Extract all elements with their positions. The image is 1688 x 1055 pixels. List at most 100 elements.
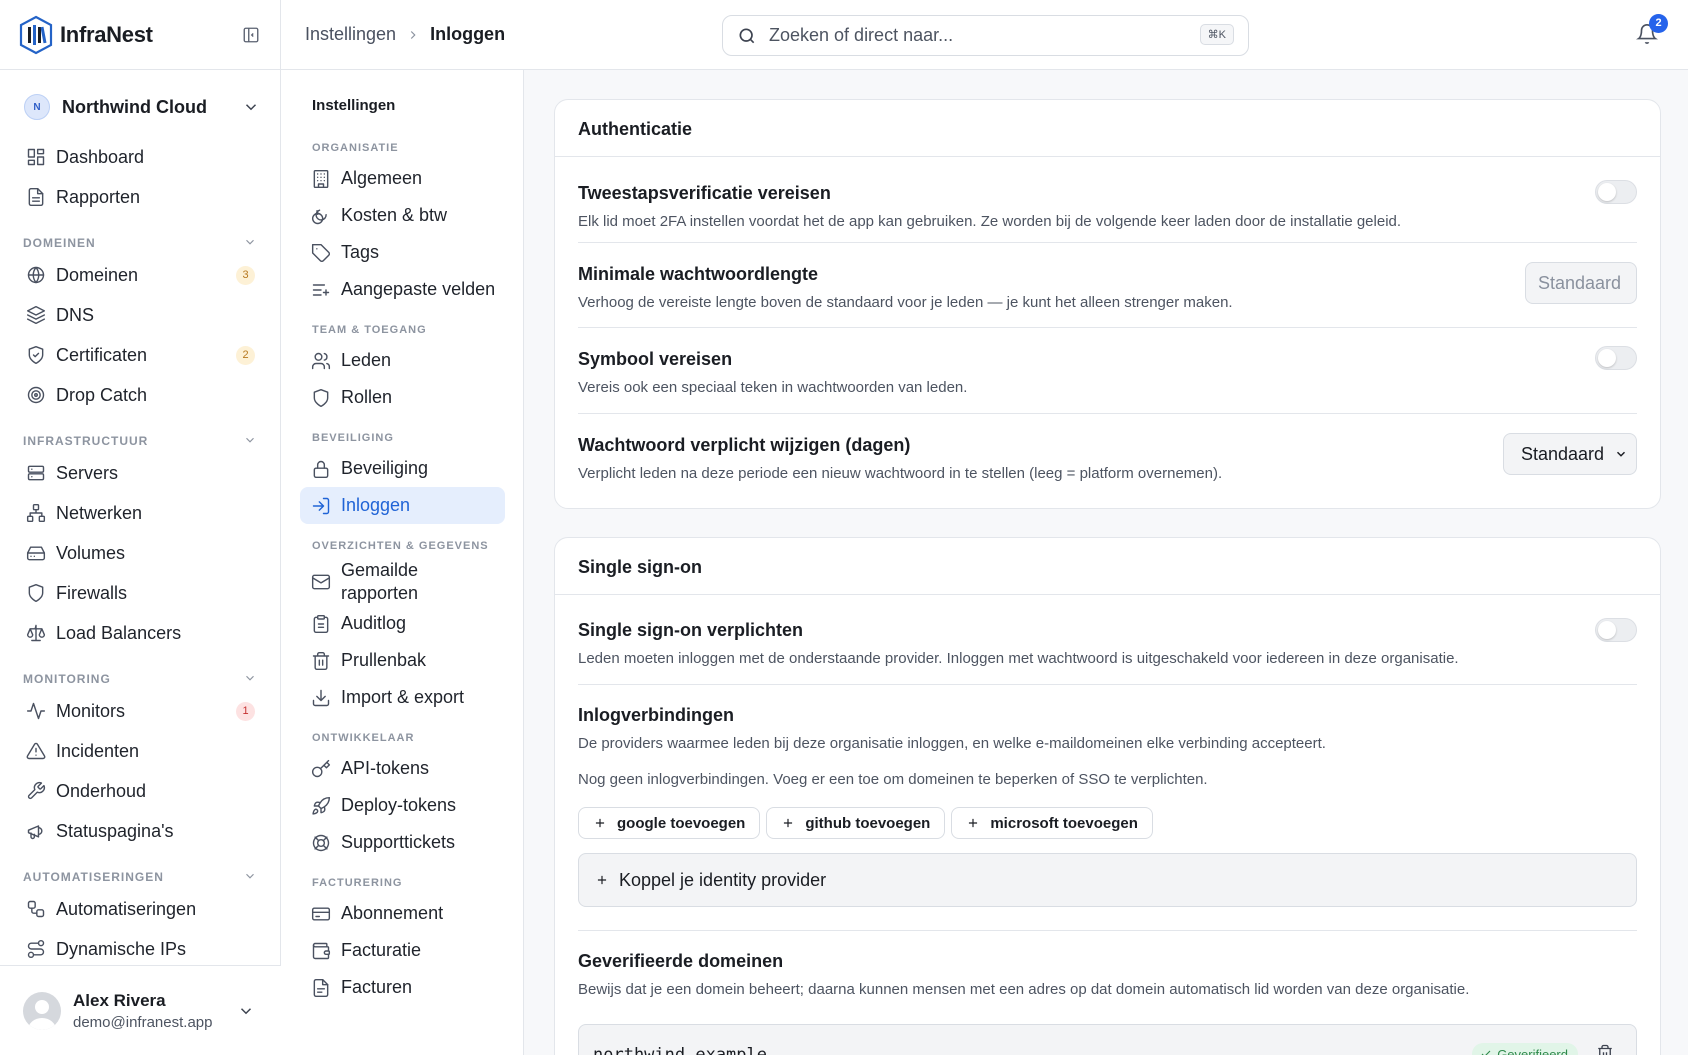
sidebar-item-label: Domeinen <box>56 264 139 285</box>
settings-item-aangepaste-velden[interactable]: Aangepaste velden <box>300 271 505 308</box>
setting-description: Vereis ook een speciaal teken in wachtwo… <box>578 379 968 396</box>
setting-title: Inlogverbindingen <box>578 705 734 725</box>
settings-item-facturatie[interactable]: Facturatie <box>300 932 505 969</box>
connect-idp-button[interactable]: Koppel je identity provider <box>578 853 1637 907</box>
app-name: InfraNest <box>60 21 153 47</box>
sidebar-item-statuspaginas[interactable]: Statuspagina's <box>0 811 281 851</box>
shield-icon <box>26 583 46 603</box>
settings-item-gemailde-rapporten[interactable]: Gemailde rapporten <box>300 558 505 605</box>
clipboard-icon <box>311 614 331 634</box>
search-input[interactable]: Zoeken of direct naar... ⌘K <box>722 15 1249 56</box>
min-password-length-input[interactable]: Standaard <box>1525 262 1637 304</box>
org-name: Northwind Cloud <box>62 96 207 117</box>
setting-row-connections: Inlogverbindingen De providers waarmee l… <box>578 685 1637 931</box>
setting-description: De providers waarmee leden bij deze orga… <box>578 735 1326 752</box>
sidebar-item-label: Load Balancers <box>56 622 182 643</box>
section-domeinen[interactable]: DOMEINEN <box>0 217 281 255</box>
settings-item-label: Abonnement <box>341 903 444 923</box>
sidebar-item-servers[interactable]: Servers <box>0 453 281 493</box>
sidebar-item-label: Dynamische IPs <box>56 938 187 959</box>
add-google-button[interactable]: google toevoegen <box>578 807 761 839</box>
delete-domain-button[interactable] <box>1596 1044 1614 1055</box>
sidebar-item-monitors[interactable]: Monitors 1 <box>0 691 281 731</box>
tag-icon <box>311 243 331 263</box>
settings-section-heading: FACTURERING <box>312 877 403 889</box>
settings-item-abonnement[interactable]: Abonnement <box>300 895 505 932</box>
route-icon <box>26 939 46 959</box>
sidebar-item-drop-catch[interactable]: Drop Catch <box>0 375 281 415</box>
workflow-icon <box>26 899 46 919</box>
sidebar-item-label: Netwerken <box>56 502 143 523</box>
settings-item-label: Import & export <box>341 687 465 707</box>
breadcrumb-parent[interactable]: Instellingen <box>305 24 396 45</box>
user-menu[interactable]: Alex Rivera demo@infranest.app <box>0 965 281 1055</box>
settings-item-import-export[interactable]: Import & export <box>300 679 505 716</box>
sidebar-item-domeinen[interactable]: Domeinen 3 <box>0 255 281 295</box>
sidebar-item-onderhoud[interactable]: Onderhoud <box>0 771 281 811</box>
section-infrastructuur[interactable]: INFRASTRUCTUUR <box>0 415 281 453</box>
settings-item-label: API-tokens <box>341 758 430 778</box>
settings-item-label: Rollen <box>341 387 393 407</box>
topbar: Instellingen Inloggen Zoeken of direct n… <box>281 0 1688 70</box>
chevron-right-icon <box>406 28 420 42</box>
password-expiry-select[interactable]: Standaard <box>1503 433 1637 475</box>
authentication-card: Authenticatie Tweestapsverificatie verei… <box>554 99 1661 509</box>
settings-item-prullenbak[interactable]: Prullenbak <box>300 642 505 679</box>
users-icon <box>311 351 331 371</box>
sidebar-item-dashboard[interactable]: Dashboard <box>0 137 281 177</box>
scale-icon <box>26 623 46 643</box>
sidebar-item-volumes[interactable]: Volumes <box>0 533 281 573</box>
log-in-icon <box>311 496 331 516</box>
section-heading: MONITORING <box>23 672 111 686</box>
sidebar-item-incidenten[interactable]: Incidenten <box>0 731 281 771</box>
sidebar-item-label: Rapporten <box>56 186 141 207</box>
section-automatiseringen[interactable]: AUTOMATISERINGEN <box>0 851 281 889</box>
setting-row-2fa: Tweestapsverificatie vereisen Elk lid mo… <box>578 157 1637 243</box>
sidebar-item-firewalls[interactable]: Firewalls <box>0 573 281 613</box>
settings-item-algemeen[interactable]: Algemeen <box>300 160 505 197</box>
settings-item-deploy-tokens[interactable]: Deploy-tokens <box>300 787 505 824</box>
sidebar-toggle-icon[interactable] <box>242 26 260 44</box>
button-label: google toevoegen <box>617 814 746 832</box>
count-badge: 1 <box>236 702 255 721</box>
trash-icon <box>1596 1044 1614 1055</box>
sso-card: Single sign-on Single sign-on verplichte… <box>554 537 1661 1055</box>
add-github-button[interactable]: github toevoegen <box>766 807 946 839</box>
org-switcher[interactable]: N Northwind Cloud <box>24 92 260 122</box>
sidebar-item-rapporten[interactable]: Rapporten <box>0 177 281 217</box>
settings-item-label: Gemailde rapporten <box>341 559 419 603</box>
settings-item-rollen[interactable]: Rollen <box>300 379 505 416</box>
settings-section-heading: BEVEILIGING <box>312 432 394 444</box>
settings-item-api-tokens[interactable]: API-tokens <box>300 750 505 787</box>
require-2fa-toggle[interactable] <box>1595 180 1637 204</box>
setting-title: Single sign-on verplichten <box>578 620 804 640</box>
sidebar-item-load-balancers[interactable]: Load Balancers <box>0 613 281 653</box>
chevron-down-icon <box>243 869 257 883</box>
settings-item-inloggen[interactable]: Inloggen <box>300 487 505 524</box>
sidebar-item-automatiseringen[interactable]: Automatiseringen <box>0 889 281 929</box>
settings-item-kosten-btw[interactable]: Kosten & btw <box>300 197 505 234</box>
select-value: Standaard <box>1521 444 1605 464</box>
add-microsoft-button[interactable]: microsoft toevoegen <box>951 807 1153 839</box>
settings-nav-list: ORGANISATIE Algemeen Kosten & btw Tags A… <box>281 126 523 1006</box>
notifications-button[interactable]: 2 <box>1636 14 1668 45</box>
sidebar-item-label: Certificaten <box>56 344 148 365</box>
require-symbol-toggle[interactable] <box>1595 346 1637 370</box>
section-heading: DOMEINEN <box>23 236 96 250</box>
sidebar-item-netwerken[interactable]: Netwerken <box>0 493 281 533</box>
sidebar-item-dns[interactable]: DNS <box>0 295 281 335</box>
settings-item-leden[interactable]: Leden <box>300 342 505 379</box>
settings-item-beveiliging[interactable]: Beveiliging <box>300 450 505 487</box>
chevron-down-icon <box>237 1002 255 1020</box>
settings-item-supporttickets[interactable]: Supporttickets <box>300 824 505 861</box>
require-sso-toggle[interactable] <box>1595 618 1637 642</box>
settings-item-tags[interactable]: Tags <box>300 234 505 271</box>
settings-item-facturen[interactable]: Facturen <box>300 969 505 1006</box>
section-monitoring[interactable]: MONITORING <box>0 653 281 691</box>
breadcrumb-current: Inloggen <box>430 24 506 44</box>
settings-item-label: Tags <box>341 242 380 262</box>
settings-item-auditlog[interactable]: Auditlog <box>300 605 505 642</box>
sidebar-item-label: Onderhoud <box>56 780 147 801</box>
sidebar-item-certificaten[interactable]: Certificaten 2 <box>0 335 281 375</box>
sidebar-item-dynamische-ips[interactable]: Dynamische IPs <box>0 929 281 969</box>
